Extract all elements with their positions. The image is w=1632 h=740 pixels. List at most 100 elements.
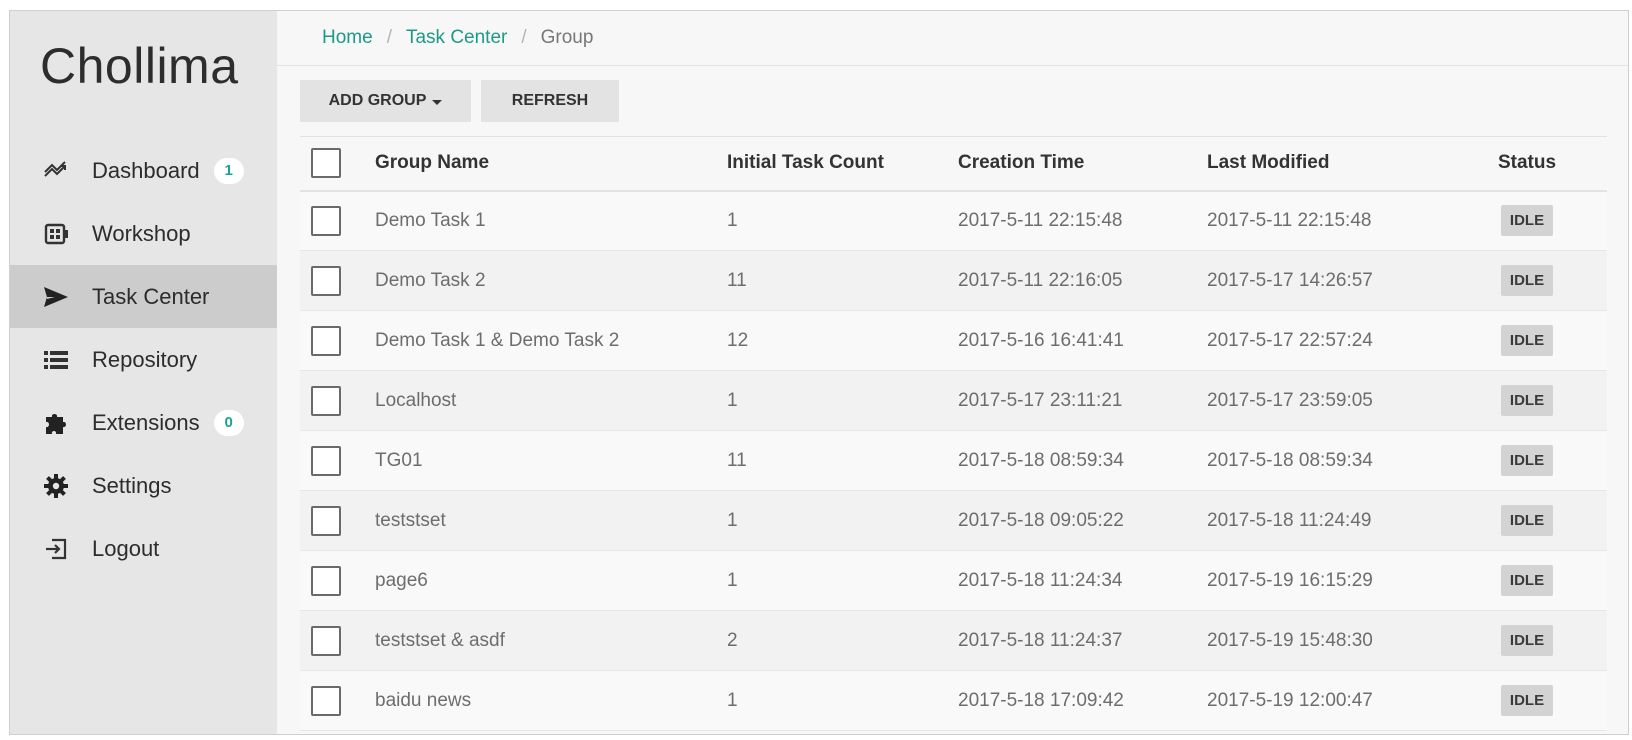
task-count-cell: 2	[727, 629, 738, 651]
table-row[interactable]: teststset 1 2017-5-18 09:05:22 2017-5-18…	[300, 490, 1607, 551]
send-icon	[42, 283, 70, 311]
task-count-cell: 1	[727, 209, 738, 231]
breadcrumb-separator: /	[521, 27, 527, 48]
task-count-cell: 11	[727, 269, 747, 291]
puzzle-icon	[42, 409, 70, 437]
creation-time-cell: 2017-5-18 08:59:34	[958, 449, 1124, 471]
last-modified-cell: 2017-5-17 14:26:57	[1207, 269, 1373, 291]
sidebar-item-logout[interactable]: Logout	[10, 517, 277, 580]
row-checkbox[interactable]	[311, 565, 341, 596]
row-checkbox[interactable]	[311, 505, 341, 536]
row-checkbox[interactable]	[311, 385, 341, 416]
gear-icon	[42, 472, 70, 500]
creation-time-cell: 2017-5-18 11:24:34	[958, 569, 1123, 591]
table-body: Demo Task 1 1 2017-5-11 22:15:48 2017-5-…	[300, 190, 1607, 731]
status-badge: IDLE	[1500, 445, 1554, 476]
group-name-cell: Localhost	[375, 389, 457, 411]
column-header-last-modified[interactable]: Last Modified	[1207, 137, 1447, 191]
creation-time-cell: 2017-5-11 22:15:48	[958, 209, 1123, 231]
group-table: Group Name Initial Task Count Creation T…	[300, 136, 1607, 731]
table-row[interactable]: TG01 11 2017-5-18 08:59:34 2017-5-18 08:…	[300, 430, 1607, 491]
table-row[interactable]: Demo Task 1 1 2017-5-11 22:15:48 2017-5-…	[300, 190, 1607, 251]
status-badge: IDLE	[1500, 625, 1554, 656]
sidebar-item-label: Repository	[92, 346, 198, 372]
group-name-cell: Demo Task 1	[375, 209, 486, 231]
last-modified-cell: 2017-5-19 16:15:29	[1207, 569, 1373, 591]
sidebar-item-settings[interactable]: Settings	[10, 454, 277, 517]
row-checkbox[interactable]	[311, 445, 341, 476]
row-checkbox[interactable]	[311, 685, 341, 716]
brand-logo: Chollima	[40, 38, 239, 94]
sidebar-item-label: Logout	[92, 535, 160, 561]
column-header-status[interactable]: Status	[1447, 137, 1607, 191]
breadcrumb-task-center-link[interactable]: Task Center	[406, 27, 507, 49]
row-checkbox[interactable]	[311, 625, 341, 656]
sidebar-item-label: Extensions	[92, 409, 200, 435]
last-modified-cell: 2017-5-11 22:15:48	[1207, 209, 1372, 231]
status-badge: IDLE	[1500, 385, 1554, 416]
refresh-button[interactable]: REFRESH	[481, 80, 619, 122]
main-content: Home / Task Center / Group ADD GROUP REF…	[277, 11, 1628, 734]
sidebar-item-label: Settings	[92, 472, 172, 498]
table-row[interactable]: Localhost 1 2017-5-17 23:11:21 2017-5-17…	[300, 370, 1607, 431]
select-all-checkbox[interactable]	[311, 148, 341, 179]
sidebar-item-task-center[interactable]: Task Center	[10, 265, 277, 328]
table-row[interactable]: baidu news 1 2017-5-18 17:09:42 2017-5-1…	[300, 670, 1607, 731]
status-badge: IDLE	[1500, 565, 1554, 596]
toolbar: ADD GROUP REFRESH	[300, 80, 619, 122]
add-group-button[interactable]: ADD GROUP	[300, 80, 471, 122]
status-badge: IDLE	[1500, 685, 1554, 716]
task-count-cell: 12	[727, 329, 749, 351]
status-badge: IDLE	[1500, 205, 1554, 237]
group-name-cell: baidu news	[375, 689, 472, 711]
app-window: Chollima Dashboard 1 Workshop Task Cente…	[9, 10, 1629, 735]
column-header-creation-time[interactable]: Creation Time	[958, 137, 1207, 191]
column-header-initial-task-count[interactable]: Initial Task Count	[727, 137, 958, 191]
sidebar-item-dashboard[interactable]: Dashboard 1	[10, 139, 277, 202]
task-count-cell: 1	[727, 569, 738, 591]
task-count-cell: 1	[727, 389, 738, 411]
sidebar-nav: Dashboard 1 Workshop Task Center Reposit…	[10, 139, 277, 580]
breadcrumb-home-link[interactable]: Home	[322, 27, 373, 49]
logout-icon	[42, 535, 70, 563]
dashboard-count-badge: 1	[213, 157, 244, 184]
creation-time-cell: 2017-5-18 11:24:37	[958, 629, 1123, 651]
caret-down-icon	[432, 99, 443, 105]
row-checkbox[interactable]	[311, 325, 341, 356]
creation-time-cell: 2017-5-17 23:11:21	[958, 389, 1123, 411]
column-header-group-name[interactable]: Group Name	[375, 137, 727, 191]
table-row[interactable]: Demo Task 2 11 2017-5-11 22:16:05 2017-5…	[300, 250, 1607, 311]
last-modified-cell: 2017-5-18 11:24:49	[1207, 509, 1372, 531]
sidebar-item-workshop[interactable]: Workshop	[10, 202, 277, 265]
group-name-cell: teststset & asdf	[375, 629, 505, 651]
group-name-cell: page6	[375, 569, 428, 591]
last-modified-cell: 2017-5-19 15:48:30	[1207, 629, 1373, 651]
table-row[interactable]: page6 1 2017-5-18 11:24:34 2017-5-19 16:…	[300, 550, 1607, 611]
trending-icon	[42, 157, 70, 185]
last-modified-cell: 2017-5-18 08:59:34	[1207, 449, 1373, 471]
breadcrumb-separator: /	[386, 27, 392, 48]
row-checkbox[interactable]	[311, 205, 341, 236]
status-badge: IDLE	[1500, 265, 1554, 296]
table-row[interactable]: teststset & asdf 2 2017-5-18 11:24:37 20…	[300, 610, 1607, 671]
sidebar-item-extensions[interactable]: Extensions 0	[10, 391, 277, 454]
table-row[interactable]: Demo Task 1 & Demo Task 2 12 2017-5-16 1…	[300, 310, 1607, 371]
creation-time-cell: 2017-5-18 09:05:22	[958, 509, 1124, 531]
row-checkbox[interactable]	[311, 265, 341, 296]
task-count-cell: 1	[727, 509, 738, 531]
add-group-label: ADD GROUP	[328, 92, 427, 109]
group-name-cell: teststset	[375, 509, 446, 531]
breadcrumb: Home / Task Center / Group	[277, 11, 1628, 66]
last-modified-cell: 2017-5-17 23:59:05	[1207, 389, 1373, 411]
creation-time-cell: 2017-5-18 17:09:42	[958, 689, 1124, 711]
breadcrumb-current: Group	[540, 27, 594, 48]
status-badge: IDLE	[1500, 505, 1554, 536]
status-badge: IDLE	[1500, 325, 1554, 356]
sidebar-item-label: Workshop	[92, 220, 191, 246]
sidebar-item-label: Task Center	[92, 283, 210, 309]
sidebar: Chollima Dashboard 1 Workshop Task Cente…	[10, 11, 277, 734]
creation-time-cell: 2017-5-11 22:16:05	[958, 269, 1123, 291]
last-modified-cell: 2017-5-17 22:57:24	[1207, 329, 1373, 351]
sidebar-item-repository[interactable]: Repository	[10, 328, 277, 391]
workshop-icon	[42, 220, 70, 248]
